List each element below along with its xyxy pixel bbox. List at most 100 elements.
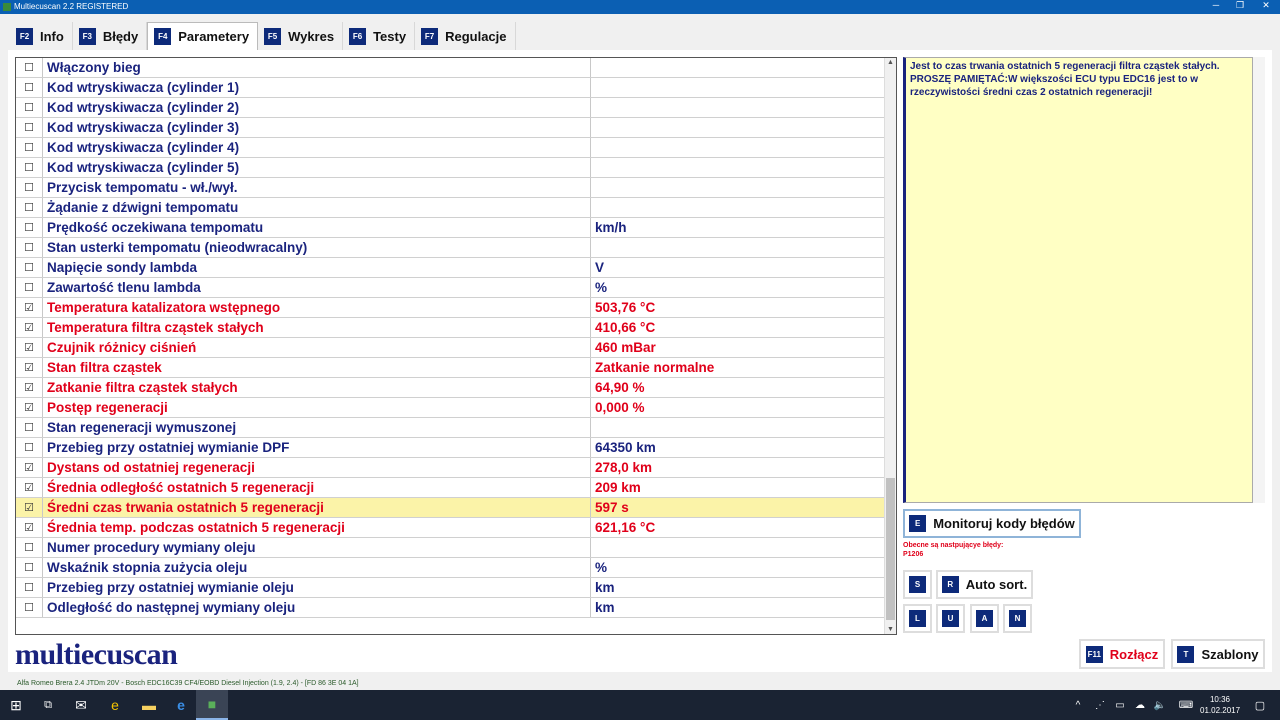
row-checkbox[interactable]: ☐: [16, 258, 43, 277]
table-row[interactable]: ☐ Żądanie z dźwigni tempomatu: [16, 198, 885, 218]
parameter-name: Średni czas trwania ostatnich 5 regenera…: [43, 498, 591, 517]
parameter-name: Kod wtryskiwacza (cylinder 3): [43, 118, 591, 137]
auto-sort-button[interactable]: R Auto sort.: [936, 570, 1033, 599]
table-row[interactable]: ☑ Temperatura katalizatora wstępnego 503,7…: [16, 298, 885, 318]
row-checkbox[interactable]: ☐: [16, 418, 43, 437]
network-icon[interactable]: ⋰: [1092, 690, 1108, 720]
tab-parametery[interactable]: F4 Parametery: [147, 22, 259, 50]
task-view-icon[interactable]: ⧉: [36, 690, 60, 720]
onedrive-icon[interactable]: ☁: [1132, 690, 1148, 720]
scrollbar-thumb[interactable]: [886, 478, 895, 620]
table-scrollbar[interactable]: ▲ ▼: [884, 58, 896, 634]
parameter-value: 64,90 %: [595, 380, 645, 395]
table-row[interactable]: ☑ Postęp regeneracji 0,000 %: [16, 398, 885, 418]
tab-info[interactable]: F2 Info: [10, 22, 73, 50]
clock[interactable]: 10:36 01.02.2017: [1200, 694, 1240, 716]
description-scrollbar[interactable]: [1253, 57, 1265, 503]
tab-regulacje[interactable]: F7 Regulacje: [415, 22, 516, 50]
table-row[interactable]: ☑ Średnia temp. podczas ostatnich 5 regen…: [16, 518, 885, 538]
table-row[interactable]: ☐ Odległość do następnej wymiany oleju km: [16, 598, 885, 618]
windows-start-icon[interactable]: ⊞: [0, 690, 32, 720]
row-checkbox[interactable]: ☐: [16, 198, 43, 217]
tab-testy[interactable]: F6 Testy: [343, 22, 416, 50]
mail-icon[interactable]: ✉: [68, 690, 94, 720]
tab-błędy[interactable]: F3 Błędy: [73, 22, 148, 50]
table-row[interactable]: ☐ Kod wtryskiwacza (cylinder 5): [16, 158, 885, 178]
table-row[interactable]: ☐ Stan usterki tempomatu (nieodwracalny): [16, 238, 885, 258]
tab-wykres[interactable]: F5 Wykres: [258, 22, 344, 50]
table-row[interactable]: ☐ Włączony bieg: [16, 58, 885, 78]
multiecuscan-taskbar-icon[interactable]: ■: [196, 690, 228, 720]
volume-icon[interactable]: 🔈: [1152, 690, 1168, 720]
table-row[interactable]: ☑ Czujnik różnicy ciśnień 460 mBar: [16, 338, 885, 358]
table-row[interactable]: ☑ Średnia odległość ostatnich 5 regenerac…: [16, 478, 885, 498]
table-row[interactable]: ☐ Kod wtryskiwacza (cylinder 4): [16, 138, 885, 158]
table-row[interactable]: ☑ Dystans od ostatniej regeneracji 278,0 k…: [16, 458, 885, 478]
row-checkbox[interactable]: ☐: [16, 558, 43, 577]
row-checkbox[interactable]: ☐: [16, 98, 43, 117]
row-checkbox[interactable]: ☑: [16, 318, 43, 337]
l-button[interactable]: L: [903, 604, 932, 633]
table-row[interactable]: ☐ Kod wtryskiwacza (cylinder 3): [16, 118, 885, 138]
table-row[interactable]: ☑ Zatkanie filtra cząstek stałych 64,90 %: [16, 378, 885, 398]
scroll-up-icon[interactable]: ▲: [885, 59, 896, 66]
scroll-down-icon[interactable]: ▼: [885, 626, 896, 633]
action-center-icon[interactable]: ▢: [1250, 690, 1270, 720]
battery-icon[interactable]: ▭: [1112, 690, 1128, 720]
table-row[interactable]: ☐ Zawartość tlenu lambda%: [16, 278, 885, 298]
table-row[interactable]: ☑ Średni czas trwania ostatnich 5 regener…: [16, 498, 885, 518]
internet-explorer-icon[interactable]: e: [102, 690, 128, 720]
table-row[interactable]: ☐ Przycisk tempomatu - wł./wył.: [16, 178, 885, 198]
row-checkbox[interactable]: ☑: [16, 358, 43, 377]
close-button[interactable]: ✕: [1254, 0, 1278, 11]
templates-button[interactable]: T Szablony: [1171, 639, 1265, 669]
row-checkbox[interactable]: ☐: [16, 138, 43, 157]
parameter-name: Kod wtryskiwacza (cylinder 2): [43, 98, 591, 117]
row-checkbox[interactable]: ☑: [16, 498, 43, 517]
row-checkbox[interactable]: ☑: [16, 378, 43, 397]
table-row[interactable]: ☐ Przebieg przy ostatniej wymianie DPF 643…: [16, 438, 885, 458]
key-badge: S: [909, 576, 926, 593]
row-checkbox[interactable]: ☐: [16, 238, 43, 257]
row-checkbox[interactable]: ☐: [16, 78, 43, 97]
row-checkbox[interactable]: ☐: [16, 58, 43, 77]
maximize-button[interactable]: ❐: [1228, 0, 1252, 11]
row-checkbox[interactable]: ☐: [16, 598, 43, 617]
table-row[interactable]: ☑ Stan filtra cząstek Zatkanie normalne: [16, 358, 885, 378]
edge-icon[interactable]: e: [168, 690, 194, 720]
file-explorer-icon[interactable]: ▬: [136, 690, 162, 720]
keyboard-icon[interactable]: ⌨: [1176, 690, 1196, 720]
monitor-error-codes-button[interactable]: E Monitoruj kody błędów: [903, 509, 1081, 538]
row-checkbox[interactable]: ☐: [16, 218, 43, 237]
table-row[interactable]: ☐ Kod wtryskiwacza (cylinder 2): [16, 98, 885, 118]
s-button[interactable]: S: [903, 570, 932, 599]
row-checkbox[interactable]: ☑: [16, 458, 43, 477]
table-row[interactable]: ☐ Prędkość oczekiwana tempomatu km/h: [16, 218, 885, 238]
row-checkbox[interactable]: ☐: [16, 278, 43, 297]
row-checkbox[interactable]: ☐: [16, 438, 43, 457]
table-row[interactable]: ☐ Wskaźnik stopnia zużycia oleju%: [16, 558, 885, 578]
n-button[interactable]: N: [1003, 604, 1032, 633]
parameter-name: Odległość do następnej wymiany oleju: [43, 598, 591, 617]
table-row[interactable]: ☐ Kod wtryskiwacza (cylinder 1): [16, 78, 885, 98]
u-button[interactable]: U: [936, 604, 965, 633]
table-row[interactable]: ☐ Napięcie sondy lambda V: [16, 258, 885, 278]
table-row[interactable]: ☐ Stan regeneracji wymuszonej: [16, 418, 885, 438]
row-checkbox[interactable]: ☑: [16, 298, 43, 317]
row-checkbox[interactable]: ☑: [16, 478, 43, 497]
row-checkbox[interactable]: ☑: [16, 338, 43, 357]
row-checkbox[interactable]: ☐: [16, 578, 43, 597]
row-checkbox[interactable]: ☐: [16, 118, 43, 137]
row-checkbox[interactable]: ☑: [16, 518, 43, 537]
show-hidden-icons[interactable]: ^: [1070, 690, 1086, 720]
row-checkbox[interactable]: ☐: [16, 158, 43, 177]
row-checkbox[interactable]: ☐: [16, 178, 43, 197]
table-row[interactable]: ☑ Temperatura filtra cząstek stałych 410,6…: [16, 318, 885, 338]
table-row[interactable]: ☐ Przebieg przy ostatniej wymianie oleju k…: [16, 578, 885, 598]
row-checkbox[interactable]: ☐: [16, 538, 43, 557]
a-button[interactable]: A: [970, 604, 999, 633]
disconnect-button[interactable]: F11 Rozłącz: [1079, 639, 1165, 669]
row-checkbox[interactable]: ☑: [16, 398, 43, 417]
table-row[interactable]: ☐ Numer procedury wymiany oleju: [16, 538, 885, 558]
minimize-button[interactable]: ─: [1204, 0, 1228, 10]
